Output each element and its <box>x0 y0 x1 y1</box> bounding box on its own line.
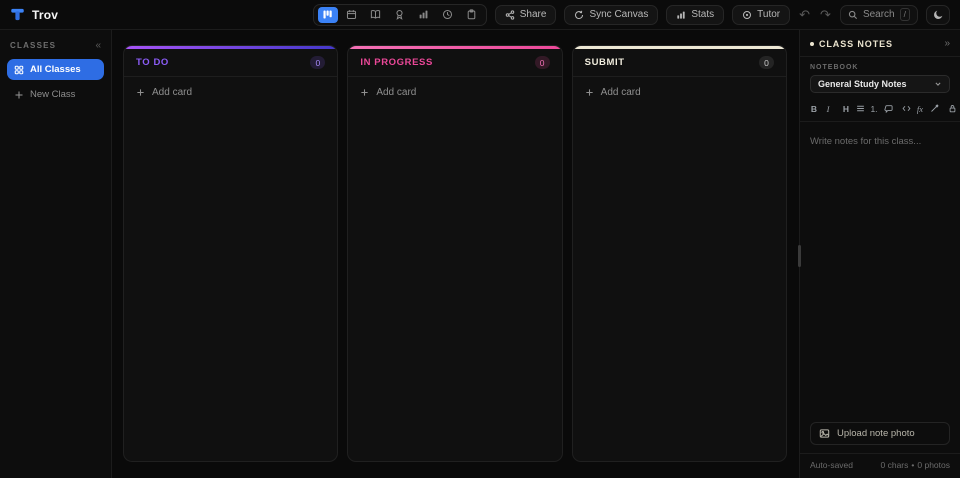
add-card-button[interactable]: Add card <box>124 77 337 108</box>
sidebar-item-all-classes[interactable]: All Classes <box>7 59 104 80</box>
column-in-progress: IN PROGRESS 0 Add card <box>347 45 563 462</box>
notes-editor[interactable]: Write notes for this class... <box>800 122 960 414</box>
sidebar-item-label: All Classes <box>30 64 81 75</box>
bold-icon[interactable]: B <box>809 102 819 115</box>
formatting-toolbar: B I H 1. fx <box>800 99 960 122</box>
redo-icon[interactable]: ↷ <box>819 8 832 21</box>
app-title: Trov <box>32 7 59 22</box>
collapse-sidebar-icon[interactable]: « <box>95 40 101 51</box>
share-label: Share <box>519 9 547 20</box>
share-button[interactable]: Share <box>494 4 557 25</box>
plus-icon <box>585 88 594 97</box>
comment-icon[interactable] <box>883 102 893 115</box>
image-icon <box>819 428 830 439</box>
add-card-button[interactable]: Add card <box>573 77 786 108</box>
class-notes-panel: CLASS NOTES » NOTEBOOK General Study Not… <box>798 30 960 478</box>
italic-icon[interactable]: I <box>823 102 833 115</box>
theme-toggle-button[interactable] <box>926 4 950 25</box>
column-header: IN PROGRESS 0 <box>348 49 562 77</box>
column-header: SUBMIT 0 <box>572 49 786 77</box>
sidebar-header: CLASSES « <box>7 38 104 59</box>
expand-panel-icon[interactable]: » <box>944 38 950 49</box>
add-card-label: Add card <box>376 87 417 98</box>
trov-logo-icon <box>10 7 25 22</box>
card-count-badge: 0 <box>310 56 326 69</box>
card-count-badge: 0 <box>534 56 550 69</box>
undo-icon[interactable]: ↶ <box>798 8 811 21</box>
share-icon <box>505 9 515 20</box>
notes-editor-placeholder: Write notes for this class... <box>810 136 922 147</box>
column-title: IN PROGRESS <box>360 57 433 68</box>
search-shortcut-badge: / <box>899 8 910 21</box>
view-switcher <box>312 3 487 26</box>
plus-icon <box>14 90 24 100</box>
main-layout: CLASSES « All Classes New Class TO DO 0 <box>0 30 960 478</box>
add-card-button[interactable]: Add card <box>348 77 561 108</box>
list-icon[interactable] <box>855 102 865 115</box>
award-view-icon[interactable] <box>390 7 410 23</box>
sync-canvas-label: Sync Canvas <box>589 9 649 20</box>
grid-icon <box>14 65 24 75</box>
autosave-status: Auto-saved <box>810 460 853 470</box>
column-to-do: TO DO 0 Add card <box>123 45 339 462</box>
calendar-view-icon[interactable] <box>342 7 362 23</box>
column-submit: SUBMIT 0 Add card <box>571 45 787 462</box>
code-icon[interactable] <box>901 102 911 115</box>
card-count-badge: 0 <box>758 56 774 69</box>
stats-icon <box>676 10 686 20</box>
notebook-selected-value: General Study Notes <box>818 79 907 89</box>
classes-heading: CLASSES <box>10 41 57 50</box>
notebook-label: NOTEBOOK <box>810 64 859 71</box>
column-header: TO DO 0 <box>124 49 338 77</box>
counter-separator: • <box>911 460 915 470</box>
ordered-list-icon[interactable]: 1. <box>869 102 879 115</box>
book-view-icon[interactable] <box>366 7 386 23</box>
stats-label: Stats <box>691 9 715 20</box>
chevron-down-icon <box>934 80 942 88</box>
formula-icon[interactable]: fx <box>915 102 925 115</box>
tutor-label: Tutor <box>757 9 781 20</box>
search-icon <box>848 10 858 20</box>
add-card-label: Add card <box>152 87 193 98</box>
search-input[interactable]: Search / <box>839 4 918 25</box>
notes-panel-footer: Auto-saved 0 chars • 0 photos <box>800 453 960 478</box>
sync-icon <box>574 10 584 20</box>
brand: Trov <box>10 7 58 22</box>
heading-icon[interactable]: H <box>841 102 851 115</box>
clock-view-icon[interactable] <box>438 7 458 23</box>
clipboard-view-icon[interactable] <box>462 7 482 23</box>
sidebar-item-label: New Class <box>30 89 76 100</box>
notes-panel-header: CLASS NOTES » <box>800 30 960 57</box>
notes-panel-title: CLASS NOTES <box>819 38 893 49</box>
pen-icon[interactable] <box>929 102 939 115</box>
stats-button[interactable]: Stats <box>666 4 725 25</box>
sidebar-item-new-class[interactable]: New Class <box>7 84 104 105</box>
add-card-label: Add card <box>600 87 641 98</box>
char-count: 0 chars <box>880 460 909 470</box>
moon-icon <box>933 9 944 20</box>
photo-count: 0 photos <box>917 460 950 470</box>
panel-resize-handle[interactable] <box>798 245 801 267</box>
kanban-view-icon[interactable] <box>317 6 338 23</box>
column-title: SUBMIT <box>584 57 625 68</box>
notebook-select[interactable]: General Study Notes <box>810 75 950 93</box>
search-placeholder: Search <box>862 9 895 20</box>
upload-note-photo-button[interactable]: Upload note photo <box>810 422 950 445</box>
tutor-button[interactable]: Tutor <box>732 4 791 25</box>
notes-counters: 0 chars • 0 photos <box>881 460 950 470</box>
plus-icon <box>136 88 145 97</box>
upload-note-photo-label: Upload note photo <box>837 428 915 439</box>
lock-icon[interactable] <box>947 102 957 115</box>
topbar-controls: Share Sync Canvas Stats Tutor ↶ ↷ Search… <box>312 3 950 26</box>
sync-canvas-button[interactable]: Sync Canvas <box>564 4 659 25</box>
column-title: TO DO <box>136 57 169 68</box>
kanban-board: TO DO 0 Add card IN PROGRESS 0 Add card <box>112 30 799 478</box>
chart-view-icon[interactable] <box>414 7 434 23</box>
topbar: Trov Share Sync Canvas Stats Tutor ↶ ↷ S… <box>0 0 960 30</box>
sidebar: CLASSES « All Classes New Class <box>0 30 112 478</box>
tutor-icon <box>742 10 752 20</box>
notebook-section: NOTEBOOK General Study Notes <box>800 57 960 99</box>
notes-dot-icon <box>810 41 814 46</box>
plus-icon <box>360 88 369 97</box>
